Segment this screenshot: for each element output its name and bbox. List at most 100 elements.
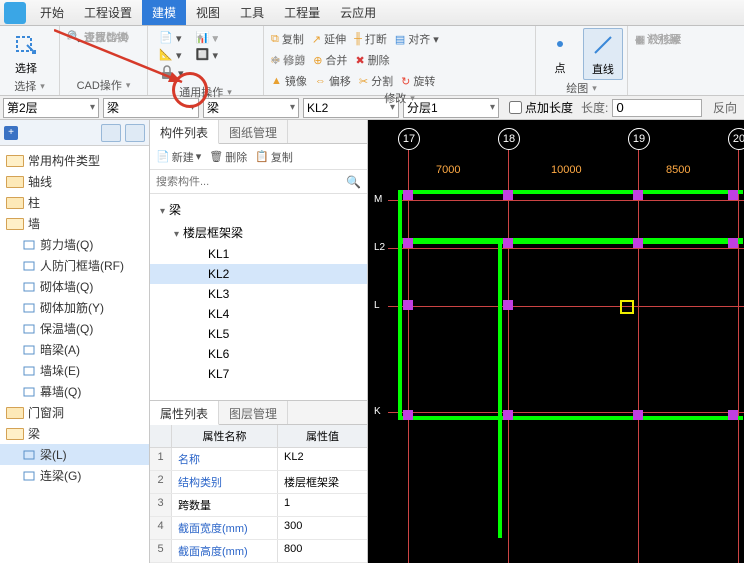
component-tree-item[interactable]: KL6 [150,344,367,364]
delete-button[interactable]: ✖删除 [352,51,392,69]
drawing-canvas[interactable]: 171819207000100008500ML2LK [368,120,744,563]
nav-item[interactable]: 柱 [0,192,149,213]
new-component-button[interactable]: 📄新建▾ [156,149,201,165]
tab-component-list[interactable]: 构件列表 [150,120,219,144]
common-btn-5[interactable]: ✦▾ [193,30,222,46]
merge-button[interactable]: ⊕合并 [310,51,350,69]
main-tab[interactable]: 建模 [142,0,186,25]
nav-item[interactable]: 常用构件类型 [0,150,149,171]
main-tab[interactable]: 工程量 [274,0,330,25]
main-tab[interactable]: 开始 [30,0,74,25]
property-grid: 属性名称 属性值 1名称KL22结构类别楼层框架梁3跨数量14截面宽度(mm)3… [150,425,367,563]
nav-item[interactable]: 保温墙(Q) [0,318,149,339]
grid-bubble: 19 [628,128,650,150]
ribbon-group-title[interactable]: 修改 [268,90,531,106]
grid-bubble: 20 [728,128,744,150]
main-tab[interactable]: 工程设置 [74,0,142,25]
delete-component-button[interactable]: 🗑删除 [209,149,247,165]
tab-layer-mgmt[interactable]: 图层管理 [219,401,288,424]
extend-button[interactable]: ↗延伸 [309,30,349,48]
align-button[interactable]: ▤对齐▾ [392,30,442,48]
property-row[interactable]: 5截面高度(mm)800 [150,540,367,563]
nav-view-list[interactable] [125,124,145,142]
component-tree-item[interactable]: KL5 [150,324,367,344]
split-button[interactable]: ✂分割 [356,72,396,90]
ribbon-group-title[interactable]: 通用操作 [152,84,259,100]
point-button[interactable]: 点 [540,28,580,78]
nav-item[interactable]: 梁 [0,423,149,444]
axis-label: L2 [372,242,387,253]
reverse-label[interactable]: 反向 [713,99,741,116]
component-tree-item[interactable]: KL7 [150,364,367,384]
component-panel: 构件列表 图纸管理 📄新建▾ 🗑删除 📋复制 🔍 梁楼层框架梁KL1KL2KL3… [150,120,368,563]
dimension-text: 10000 [551,164,582,176]
property-row[interactable]: 2结构类别楼层框架梁 [150,471,367,494]
category-combo-1[interactable]: 梁 [103,98,199,118]
property-row[interactable]: 4截面宽度(mm)300 [150,517,367,540]
node-marker [503,190,513,200]
recog-hang-button[interactable]: ◈识别吊 [632,30,682,48]
ribbon: 选择 选择 🔍查找替换 ⤢设置比例 ↶还原CAD CAD操作 📄▾ 📐▾ ▾ 📊… [0,26,744,96]
component-tree-item[interactable]: KL1 [150,244,367,264]
component-tree-item[interactable]: KL4 [150,304,367,324]
common-btn-4[interactable]: 🔲▾ [193,47,222,63]
length-input[interactable] [612,99,702,117]
nav-view-tile[interactable] [101,124,121,142]
copy-component-button[interactable]: 📋复制 [255,149,293,165]
axis-label: L [372,300,382,311]
rotate-button[interactable]: ↻旋转 [398,72,438,90]
component-tree: 梁楼层框架梁KL1KL2KL3KL4KL5KL6KL7 [150,194,367,400]
selection-marker [620,300,634,314]
nav-item[interactable]: 梁(L) [0,444,149,465]
nav-item[interactable]: 砌体墙(Q) [0,276,149,297]
component-tree-item[interactable]: KL2 [150,264,367,284]
node-marker [503,238,513,248]
main-tab[interactable]: 视图 [186,0,230,25]
property-header: 属性名称 属性值 [150,425,367,448]
ribbon-group-recognize: ▦校核梁 ▦校核原 ◈识别梁 ◈识别吊 [628,26,738,95]
nav-item[interactable]: 连梁(G) [0,465,149,486]
select-button[interactable]: 选择 [4,28,48,78]
common-btn-2[interactable]: 📐▾ [156,47,187,63]
node-marker [633,238,643,248]
search-icon[interactable]: 🔍 [346,175,361,189]
floor-combo[interactable]: 第2层 [3,98,99,118]
nav-item[interactable]: 暗梁(A) [0,339,149,360]
common-btn-1[interactable]: 📄▾ [156,30,187,46]
main-tab[interactable]: 云应用 [330,0,386,25]
nav-item[interactable]: 人防门框墙(RF) [0,255,149,276]
ribbon-group-common: 📄▾ 📐▾ ▾ 📊▾ 🔲▾ ✦▾ 通用操作 [148,26,264,95]
move-button[interactable]: ✥移动 [268,51,308,69]
tab-drawing-mgmt[interactable]: 图纸管理 [219,120,288,143]
property-row[interactable]: 1名称KL2 [150,448,367,471]
mirror-button[interactable]: ▲镜像 [268,72,310,90]
line-button[interactable]: 直线 [583,28,623,80]
node-marker [403,190,413,200]
ribbon-group-title[interactable]: 选择 [4,78,55,94]
offset-button[interactable]: ⇔偏移 [312,72,354,90]
node-marker [728,238,738,248]
nav-item[interactable]: 墙垛(E) [0,360,149,381]
component-tree-item[interactable]: 楼层框架梁 [150,221,367,244]
cad-restore[interactable]: ↶还原CAD [64,28,132,46]
ribbon-group-title[interactable]: 绘图 [540,80,623,96]
lock-button[interactable]: ▾ [156,64,187,82]
nav-item[interactable]: 幕墙(Q) [0,381,149,402]
property-row[interactable]: 3跨数量1 [150,494,367,517]
nav-item[interactable]: 砌体加筋(Y) [0,297,149,318]
nav-add-button[interactable]: + [4,126,18,140]
ribbon-group-title[interactable]: CAD操作 [64,77,143,93]
main-tab[interactable]: 工具 [230,0,274,25]
search-input[interactable] [156,176,346,188]
tab-props[interactable]: 属性列表 [150,401,219,425]
nav-item[interactable]: 墙 [0,213,149,234]
break-button[interactable]: ╫打断 [351,30,390,48]
nav-item[interactable]: 门窗洞 [0,402,149,423]
component-tree-item[interactable]: 梁 [150,198,367,221]
copy-button[interactable]: ⧉复制 [268,30,307,48]
component-tree-item[interactable]: KL3 [150,284,367,304]
component-tabs: 构件列表 图纸管理 [150,120,367,144]
nav-item[interactable]: 剪力墙(Q) [0,234,149,255]
nav-item[interactable]: 轴线 [0,171,149,192]
node-marker [728,410,738,420]
